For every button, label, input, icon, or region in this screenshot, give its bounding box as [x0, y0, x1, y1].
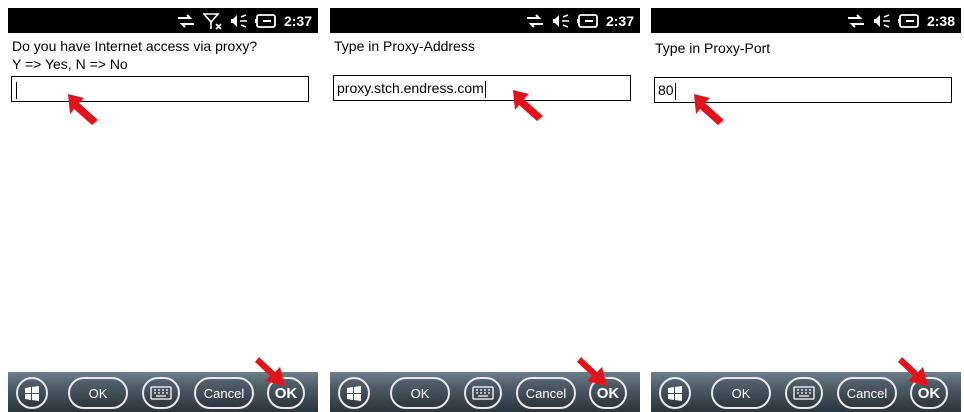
prompt-line-1: Type in Proxy-Address [334, 38, 475, 54]
screen-proxy-port: 2:38 Type in Proxy-Port 80 OK Cancel OK [651, 8, 961, 412]
proxy-address-input[interactable]: proxy.stch.endress.com [333, 75, 631, 101]
status-time: 2:37 [605, 12, 634, 29]
ok-softkey[interactable]: OK [390, 377, 450, 409]
keyboard-icon [472, 386, 494, 400]
prompt-line-1: Type in Proxy-Port [655, 40, 771, 56]
annotation-arrow-icon [898, 357, 928, 386]
prompt-text: Type in Proxy-Address [334, 37, 634, 55]
sync-icon [846, 13, 866, 28]
status-time: 2:38 [926, 12, 955, 29]
volume-muted-icon [230, 13, 248, 29]
text-caret [484, 80, 486, 98]
annotation-arrow-icon [694, 94, 724, 125]
battery-charging-icon [254, 13, 277, 28]
volume-muted-icon [552, 13, 570, 29]
status-time: 2:37 [283, 12, 312, 29]
ok-softkey[interactable]: OK [68, 377, 128, 409]
keyboard-icon [793, 386, 815, 400]
battery-charging-icon [897, 13, 920, 28]
prompt-line-1: Do you have Internet access via proxy? [12, 38, 258, 54]
battery-charging-icon [576, 13, 599, 28]
no-signal-icon [202, 12, 223, 30]
volume-muted-icon [873, 13, 891, 29]
windows-flag-icon [668, 386, 682, 401]
start-button[interactable] [659, 377, 691, 409]
input-value: 80 [658, 82, 674, 98]
sync-icon [525, 13, 545, 28]
annotation-arrow-icon [513, 90, 543, 121]
prompt-text: Type in Proxy-Port [655, 39, 955, 57]
text-caret [674, 82, 676, 100]
ok-softkey[interactable]: OK [711, 377, 771, 409]
annotation-arrow-icon [68, 94, 98, 125]
prompt-line-2: Y => Yes, N => No [12, 56, 128, 72]
cancel-softkey[interactable]: Cancel [837, 377, 897, 409]
annotation-arrow-icon [255, 357, 285, 386]
sync-icon [176, 13, 196, 28]
start-button[interactable] [338, 377, 370, 409]
keyboard-icon [150, 386, 172, 400]
windows-flag-icon [25, 386, 39, 401]
keyboard-button[interactable] [785, 377, 823, 409]
status-bar: 2:38 [651, 8, 961, 33]
annotation-arrow-icon [577, 357, 607, 386]
windows-flag-icon [347, 386, 361, 401]
status-bar: 2:37 [8, 8, 318, 33]
status-bar: 2:37 [330, 8, 640, 33]
text-caret [16, 81, 17, 99]
cancel-softkey[interactable]: Cancel [194, 377, 254, 409]
start-button[interactable] [16, 377, 48, 409]
cancel-softkey[interactable]: Cancel [516, 377, 576, 409]
proxy-answer-input[interactable] [11, 76, 309, 102]
screen-proxy-address: 2:37 Type in Proxy-Address proxy.stch.en… [330, 8, 640, 412]
keyboard-button[interactable] [464, 377, 502, 409]
screen-proxy-question: 2:37 Do you have Internet access via pro… [8, 8, 318, 412]
prompt-text: Do you have Internet access via proxy? Y… [12, 37, 312, 73]
keyboard-button[interactable] [142, 377, 180, 409]
input-value: proxy.stch.endress.com [337, 80, 484, 96]
